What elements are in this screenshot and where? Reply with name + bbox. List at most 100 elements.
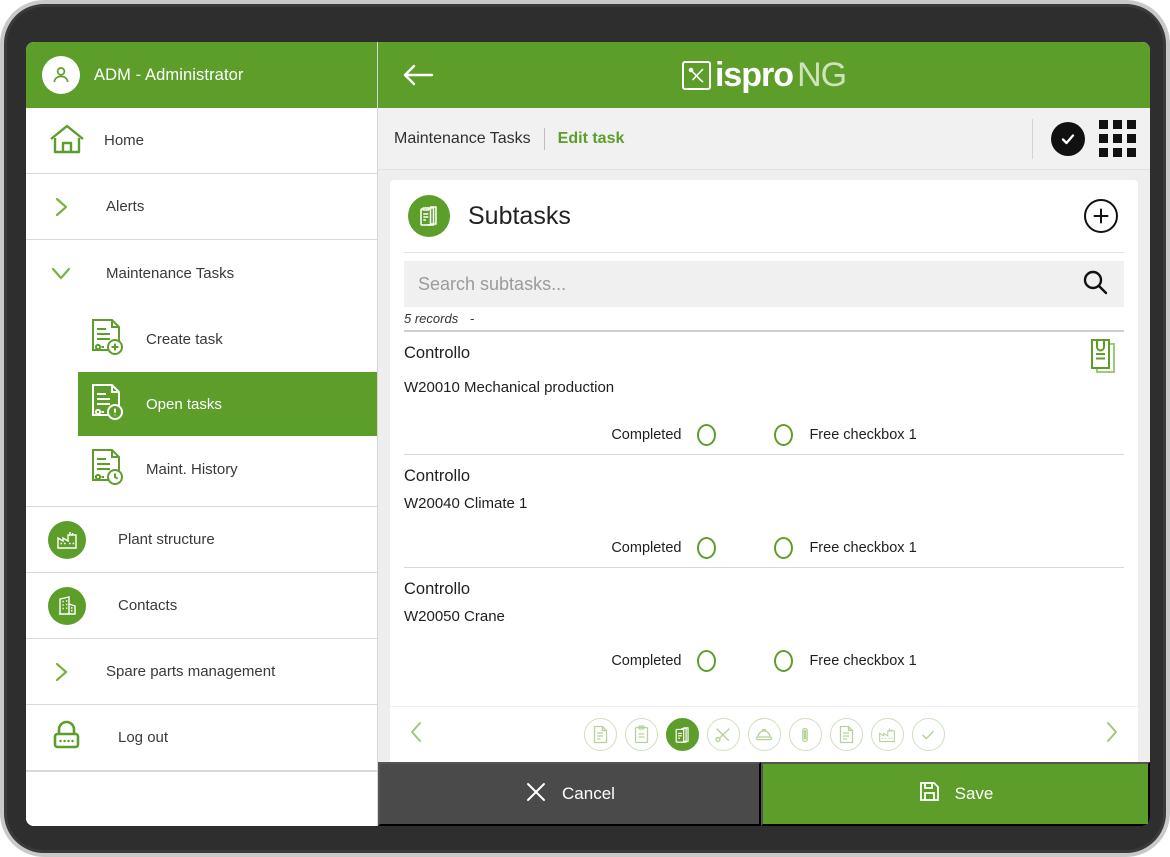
row-subtitle: W20050 Crane [404,608,1124,625]
pager-tab-subtasks[interactable] [666,718,699,751]
chevron-right-icon [48,659,74,685]
save-button[interactable]: Save [761,762,1150,826]
sidebar-item-contacts[interactable]: Contacts [26,573,377,639]
checkbox-label-left: Completed [611,653,681,669]
sidebar-item-plant-structure[interactable]: Plant structure [26,507,377,573]
tools-badge-icon [682,61,711,90]
sidebar-item-alerts[interactable]: Alerts [26,174,377,240]
sidebar-item-label: Alerts [106,198,144,215]
checkbox-free-1[interactable] [774,537,793,559]
user-avatar-icon [42,56,80,94]
checkbox-free-1[interactable] [774,424,793,446]
search-icon[interactable] [1080,267,1110,302]
pager-tab-document[interactable] [584,718,617,751]
logo-primary-text: ispro [715,58,793,92]
factory-icon [48,521,86,559]
sidebar-item-home[interactable]: Home [26,108,377,174]
search-input[interactable] [418,274,1080,295]
sidebar-item-label: Plant structure [118,531,215,548]
sidebar-group-maintenance-tasks: Maintenance Tasks Create task [26,240,377,507]
row-title: Controllo [404,344,1124,363]
breadcrumb-parent[interactable]: Maintenance Tasks [394,130,531,148]
card-header: Subtasks [390,180,1138,252]
sidebar-item-label: Log out [118,729,168,746]
logo-secondary-text: NG [797,58,846,92]
document-alert-icon [88,382,126,426]
sidebar-item-label: Open tasks [146,396,222,413]
card-title: Subtasks [468,202,571,231]
grid-menu-icon[interactable] [1099,120,1136,157]
sidebar-item-create-task[interactable]: Create task [26,306,377,372]
row-title: Controllo [404,467,1124,486]
sidebar-item-label: Contacts [118,597,177,614]
sidebar-item-label: Spare parts management [106,663,275,680]
sidebar-item-spare-parts-management[interactable]: Spare parts management [26,639,377,705]
sidebar-user-header[interactable]: ADM - Administrator [26,42,377,108]
breadcrumb-actions [1032,119,1136,159]
lock-icon [48,718,86,758]
row-title: Controllo [404,580,1124,599]
pager-tab-tools[interactable] [707,718,740,751]
floppy-disk-icon [918,780,941,808]
checkbox-label-left: Completed [611,427,681,443]
subtasks-icon [408,195,450,237]
card-header-divider [404,252,1124,253]
breadcrumb: Maintenance Tasks Edit task [378,108,1150,170]
tablet-frame: ADM - Administrator Home Alerts [0,0,1170,857]
check-circle-icon[interactable] [1051,122,1085,156]
sidebar-filler [26,771,377,826]
app-logo: isproNG [669,58,859,92]
pager-tab-check[interactable] [912,718,945,751]
checkbox-label-right: Free checkbox 1 [809,653,916,669]
checkbox-completed[interactable] [697,424,716,446]
chevron-right-icon[interactable] [1100,719,1122,750]
chevron-down-icon [48,260,74,286]
row-subtitle: W20010 Mechanical production [404,379,1124,396]
checkbox-completed[interactable] [697,537,716,559]
sidebar-item-label: Create task [146,331,223,348]
main-content: isproNG Maintenance Tasks Edit task [378,42,1150,826]
checkbox-label-right: Free checkbox 1 [809,427,916,443]
table-row[interactable]: Controllo W20040 Climate 1 Completed Fre… [404,455,1124,568]
row-checkbox-group: Completed Free checkbox 1 [404,424,1124,454]
table-row[interactable]: Controllo W20010 Mechanical production [404,332,1124,455]
document-clip-icon[interactable] [1086,338,1122,383]
checkbox-free-1[interactable] [774,650,793,672]
pager-tab-document-text[interactable] [830,718,863,751]
table-row[interactable]: Controllo W20050 Crane Completed Free ch… [404,568,1124,680]
home-icon [48,122,86,160]
pager-tab-factory[interactable] [871,718,904,751]
subtasks-list: Controllo W20010 Mechanical production [390,332,1138,702]
subtasks-card: Subtasks [390,180,1138,762]
row-checkbox-group: Completed Free checkbox 1 [404,537,1124,567]
row-checkbox-group: Completed Free checkbox 1 [404,650,1124,680]
section-pager [390,706,1138,762]
breadcrumb-separator [544,128,545,150]
document-clock-icon [88,447,126,491]
sidebar-item-maint-history[interactable]: Maint. History [26,436,377,502]
chevron-left-icon[interactable] [406,719,428,750]
plus-circle-icon[interactable] [1084,199,1118,233]
sidebar-item-maintenance-tasks[interactable]: Maintenance Tasks [26,240,377,306]
records-suffix: - [462,311,474,326]
building-icon [48,587,86,625]
records-count: 5 records - [404,311,1124,326]
pager-tab-clipboard[interactable] [625,718,658,751]
breadcrumb-current: Edit task [558,130,625,148]
cancel-button[interactable]: Cancel [378,762,761,826]
sidebar-item-log-out[interactable]: Log out [26,705,377,771]
checkbox-completed[interactable] [697,650,716,672]
search-bar[interactable] [404,261,1124,307]
action-footer: Cancel Save [378,762,1150,826]
sidebar-item-open-tasks[interactable]: Open tasks [78,372,377,436]
cancel-label: Cancel [562,784,615,804]
toolbar-divider [1032,119,1033,159]
pager-tabs [584,718,945,751]
sidebar: ADM - Administrator Home Alerts [26,42,378,826]
pager-tab-helmet[interactable] [748,718,781,751]
back-button[interactable] [398,55,438,95]
pager-tab-material[interactable] [789,718,822,751]
checkbox-label-right: Free checkbox 1 [809,540,916,556]
sidebar-item-label: Maint. History [146,461,238,478]
sidebar-item-label: Home [104,132,144,149]
